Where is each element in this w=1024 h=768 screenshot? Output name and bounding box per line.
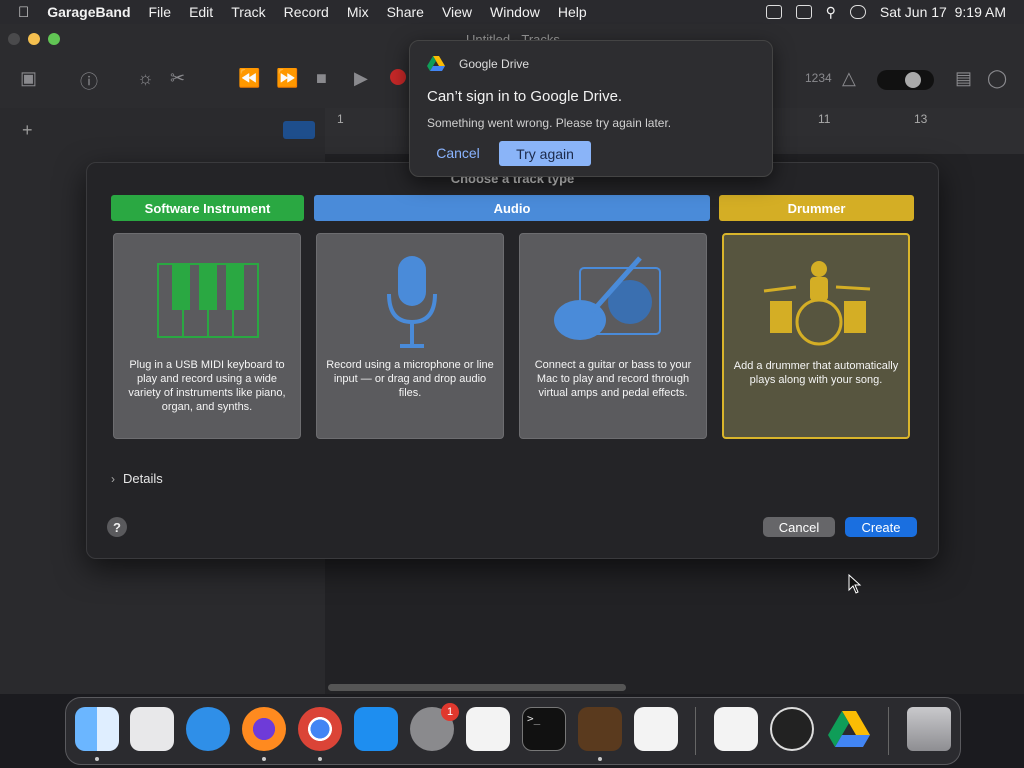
notification-body: Something went wrong. Please try again l… bbox=[427, 116, 672, 130]
card-guitar[interactable]: Connect a guitar or bass to your Mac to … bbox=[519, 233, 707, 439]
menu-bar:  GarageBand File Edit Track Record Mix … bbox=[0, 0, 1024, 24]
terminal-icon[interactable]: >_ bbox=[522, 707, 566, 751]
editors-icon[interactable]: ✂ bbox=[170, 68, 185, 89]
drummer-icon bbox=[763, 261, 871, 346]
finder-icon[interactable] bbox=[75, 707, 119, 751]
fast-forward-icon[interactable]: ⏩ bbox=[276, 68, 298, 89]
dock-separator bbox=[888, 707, 889, 755]
textedit-icon[interactable] bbox=[466, 707, 510, 751]
google-drive-status-icon[interactable] bbox=[765, 5, 782, 19]
card-drummer[interactable]: Add a drummer that automatically plays a… bbox=[722, 233, 910, 439]
vscode-icon[interactable] bbox=[634, 707, 678, 751]
menubar-clock[interactable]: Sat Jun 17 9:19 AM bbox=[880, 4, 1006, 20]
minimize-window-button[interactable] bbox=[28, 33, 40, 45]
running-indicator bbox=[95, 757, 99, 761]
search-icon[interactable]: ⚲ bbox=[826, 4, 836, 21]
smart-controls-icon[interactable]: ☼ bbox=[137, 68, 154, 89]
notification-badge: 1 bbox=[441, 703, 459, 721]
menu-record[interactable]: Record bbox=[284, 4, 329, 20]
help-button[interactable]: ? bbox=[107, 517, 127, 537]
notification-cancel-button[interactable]: Cancel bbox=[427, 141, 489, 165]
ruler-mark: 11 bbox=[818, 112, 831, 126]
menu-help[interactable]: Help bbox=[558, 4, 587, 20]
loop-browser-icon[interactable]: ◯ bbox=[987, 68, 1007, 89]
details-disclosure[interactable]: › Details bbox=[111, 471, 163, 486]
close-window-button[interactable] bbox=[8, 33, 20, 45]
menu-window[interactable]: Window bbox=[490, 4, 540, 20]
guitar-amp-icon bbox=[554, 256, 661, 340]
rewind-icon[interactable]: ⏪ bbox=[238, 68, 260, 89]
toggle-knob bbox=[905, 72, 921, 88]
details-label: Details bbox=[123, 471, 163, 486]
google-drive-icon bbox=[427, 56, 445, 71]
notification-title: Can’t sign in to Google Drive. bbox=[427, 88, 623, 105]
chrome-icon[interactable] bbox=[298, 707, 342, 751]
card-microphone[interactable]: Record using a microphone or line input … bbox=[316, 233, 504, 439]
menu-app-name[interactable]: GarageBand bbox=[47, 4, 130, 20]
smart-filter-icon[interactable] bbox=[283, 121, 315, 139]
menu-mix[interactable]: Mix bbox=[347, 4, 369, 20]
record-icon[interactable] bbox=[390, 69, 406, 85]
create-button[interactable]: Create bbox=[845, 517, 917, 537]
keyboard-icon bbox=[157, 263, 259, 338]
cancel-button[interactable]: Cancel bbox=[763, 517, 835, 537]
stop-icon[interactable]: ■ bbox=[316, 68, 327, 89]
running-indicator bbox=[598, 757, 602, 761]
obs-icon[interactable] bbox=[770, 707, 814, 751]
play-icon[interactable]: ▶ bbox=[354, 68, 368, 89]
menu-edit[interactable]: Edit bbox=[189, 4, 213, 20]
lcd-display[interactable]: 1234 bbox=[805, 71, 832, 85]
ruler-mark: 13 bbox=[914, 112, 928, 126]
notification-app-name: Google Drive bbox=[459, 57, 530, 71]
apple-menu-icon[interactable]:  bbox=[18, 4, 29, 21]
running-indicator bbox=[262, 757, 266, 761]
control-center-icon[interactable] bbox=[849, 5, 866, 19]
launchpad-icon[interactable] bbox=[130, 707, 174, 751]
google-drive-logo-icon bbox=[828, 711, 870, 747]
garageband-icon[interactable] bbox=[578, 707, 622, 751]
menu-share[interactable]: Share bbox=[387, 4, 424, 20]
category-drummer[interactable]: Drummer bbox=[719, 195, 914, 221]
library-icon[interactable]: ▣ bbox=[20, 68, 37, 89]
menu-file[interactable]: File bbox=[149, 4, 172, 20]
running-indicator bbox=[318, 757, 322, 761]
card-software-instrument[interactable]: Plug in a USB MIDI keyboard to play and … bbox=[113, 233, 301, 439]
safari-icon[interactable] bbox=[186, 707, 230, 751]
zoom-window-button[interactable] bbox=[48, 33, 60, 45]
firefox-icon[interactable] bbox=[242, 707, 286, 751]
card-description: Add a drummer that automatically plays a… bbox=[733, 360, 899, 386]
menu-view[interactable]: View bbox=[442, 4, 472, 20]
notepad-icon[interactable]: ▤ bbox=[955, 68, 972, 89]
card-description: Record using a microphone or line input … bbox=[326, 359, 494, 399]
card-description: Connect a guitar or bass to your Mac to … bbox=[534, 359, 692, 399]
app-store-icon[interactable] bbox=[354, 707, 398, 751]
horizontal-scrollbar[interactable] bbox=[328, 684, 626, 691]
tuner-icon[interactable]: △ bbox=[842, 68, 856, 89]
mouse-cursor-icon bbox=[848, 574, 862, 594]
microphone-icon bbox=[387, 256, 437, 348]
trash-icon[interactable] bbox=[907, 707, 951, 751]
add-track-icon[interactable]: + bbox=[22, 120, 33, 141]
category-software-instrument[interactable]: Software Instrument bbox=[111, 195, 304, 221]
dock: 1 >_ bbox=[65, 697, 961, 765]
chevron-right-icon: › bbox=[111, 471, 115, 486]
visual-studio-icon[interactable] bbox=[714, 707, 758, 751]
new-track-dialog: Choose a track type Software Instrument … bbox=[86, 162, 939, 559]
quick-help-icon[interactable]: ⓘ bbox=[80, 68, 98, 94]
card-description: Plug in a USB MIDI keyboard to play and … bbox=[128, 359, 286, 413]
category-audio[interactable]: Audio bbox=[314, 195, 710, 221]
ruler-mark: 1 bbox=[337, 112, 344, 126]
menu-track[interactable]: Track bbox=[231, 4, 265, 20]
try-again-button[interactable]: Try again bbox=[499, 141, 591, 166]
screen-mirroring-icon[interactable] bbox=[795, 5, 812, 19]
dock-separator bbox=[695, 707, 696, 755]
google-drive-notification: Google Drive Can’t sign in to Google Dri… bbox=[409, 40, 773, 177]
